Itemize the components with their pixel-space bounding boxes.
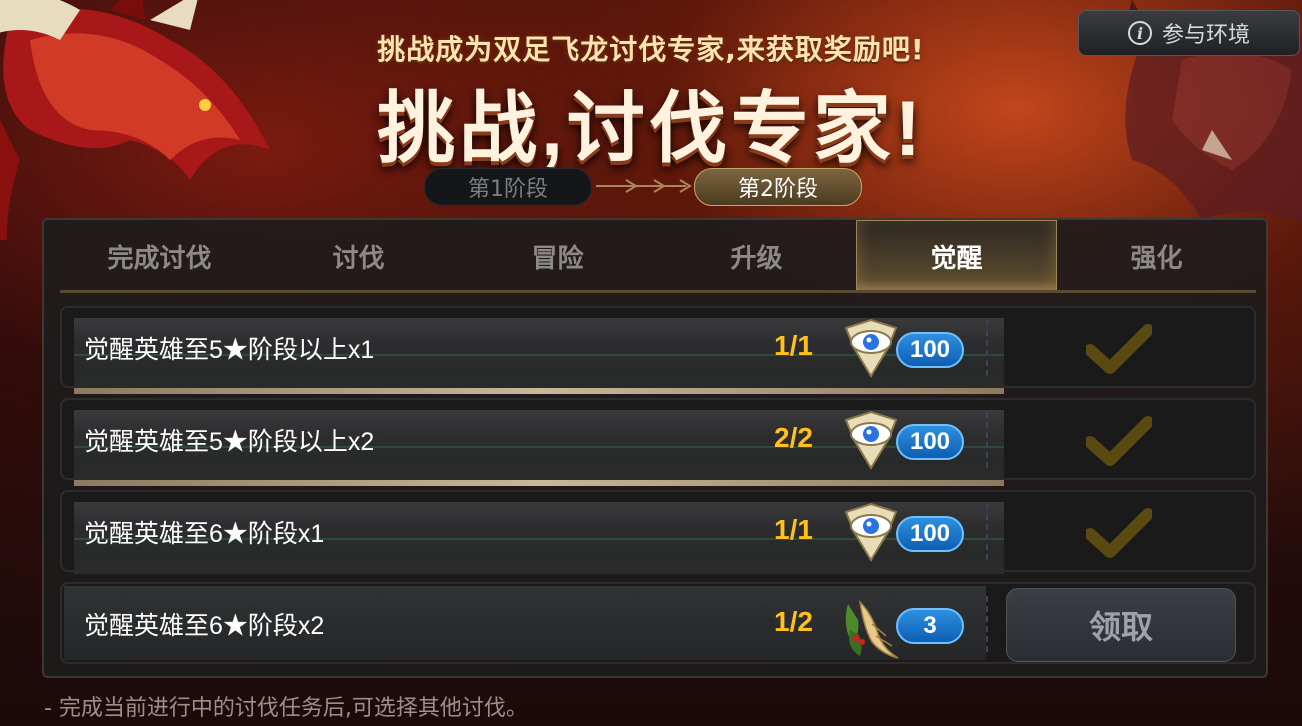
mission-text: 觉醒英雄至6★阶段x1 [84, 520, 325, 548]
dashed-divider [986, 412, 990, 468]
tab-awakening[interactable]: 觉醒 [856, 220, 1057, 292]
mission-reward: 100 [842, 314, 972, 384]
event-subtitle: 挑战成为双足飞龙讨伐专家,来获取奖励吧! [377, 33, 925, 66]
reward-count: 100 [896, 332, 964, 368]
mission-row: 觉醒英雄至6★阶段x2 1/2 3 领取 [60, 582, 1256, 664]
event-title: 挑战,讨伐专家! [377, 84, 925, 172]
check-icon [1086, 508, 1152, 558]
tab-level-up[interactable]: 升级 [657, 220, 856, 292]
mission-panel: 完成讨伐 讨伐 冒险 升级 觉醒 强化 觉醒英雄至5★阶段以上x1 1/1 10… [42, 218, 1268, 678]
dashed-divider [986, 504, 990, 560]
arrow-right-icon [596, 179, 692, 193]
stage-2-tab[interactable]: 第2阶段 [694, 168, 862, 206]
category-tabs: 完成讨伐 讨伐 冒险 升级 觉醒 强化 [60, 220, 1256, 292]
check-icon [1086, 416, 1152, 466]
mission-reward: 100 [842, 498, 972, 568]
reward-count: 100 [896, 516, 964, 552]
mission-reward: 3 [842, 590, 972, 660]
mission-row: 觉醒英雄至5★阶段以上x2 2/2 100 [60, 398, 1256, 486]
tab-enhance[interactable]: 强化 [1057, 220, 1256, 292]
row-divider [74, 388, 1004, 394]
stage-selector: 第1阶段 第2阶段 [424, 168, 864, 206]
tab-complete-subjugation[interactable]: 完成讨伐 [60, 220, 259, 292]
dashed-divider [986, 320, 990, 376]
mission-progress: 2/2 [774, 422, 813, 453]
row-divider [74, 480, 1004, 486]
claim-button[interactable]: 领取 [1006, 588, 1236, 662]
eye-gem-icon [844, 318, 898, 378]
stage-1-tab[interactable]: 第1阶段 [424, 168, 592, 206]
tab-subjugation[interactable]: 讨伐 [259, 220, 458, 292]
check-icon [1086, 324, 1152, 374]
mission-progress: 1/1 [774, 514, 813, 545]
mission-progress: 1/1 [774, 330, 813, 361]
mission-row: 觉醒英雄至5★阶段以上x1 1/1 100 [60, 306, 1256, 394]
mission-reward: 100 [842, 406, 972, 476]
footnote: - 完成当前进行中的讨伐任务后,可选择其他讨伐。 [44, 696, 528, 721]
eye-gem-icon [844, 502, 898, 562]
dashed-divider [986, 596, 990, 652]
tab-underline [60, 290, 1256, 293]
reward-count: 3 [896, 608, 964, 644]
eye-gem-icon [844, 410, 898, 470]
mission-text: 觉醒英雄至6★阶段x2 [84, 612, 325, 640]
tab-adventure[interactable]: 冒险 [458, 220, 657, 292]
mission-text: 觉醒英雄至5★阶段以上x1 [84, 336, 375, 364]
reward-count: 100 [896, 424, 964, 460]
mission-text: 觉醒英雄至5★阶段以上x2 [84, 428, 375, 456]
mission-row: 觉醒英雄至6★阶段x1 1/1 100 [60, 490, 1256, 574]
mission-progress: 1/2 [774, 606, 813, 637]
ginseng-icon [845, 599, 899, 659]
